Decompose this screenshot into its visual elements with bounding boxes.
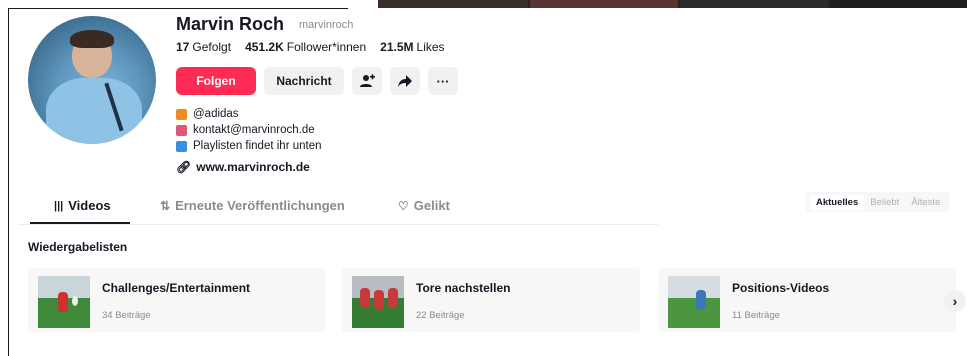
playlist-count: 11 Beiträge (732, 310, 780, 321)
profile-bio: @adidas kontakt@marvinroch.de Playlisten… (176, 106, 322, 154)
more-icon: ··· (436, 73, 450, 89)
website-link[interactable]: 🔗︎ www.marvinroch.de (176, 160, 310, 174)
playlist-title: Challenges/Entertainment (102, 281, 251, 295)
tab-divider (18, 224, 658, 225)
sort-popular[interactable]: Beliebt (864, 195, 905, 210)
repost-icon: ⇅ (160, 198, 171, 213)
link-icon: 🔗︎ (176, 160, 192, 174)
playlist-thumbnail (352, 276, 404, 328)
playlist-count: 34 Beiträge (102, 310, 151, 321)
playlist-title: Positions-Videos (732, 281, 830, 295)
bio-line: kontakt@marvinroch.de (176, 122, 322, 138)
info-icon (176, 140, 187, 152)
frame-left-border (8, 8, 9, 356)
sort-latest[interactable]: Aktuelles (810, 194, 865, 210)
tab-liked[interactable]: ♡ Gelikt (398, 198, 450, 213)
bio-line: @adidas (176, 106, 322, 122)
tab-reposts[interactable]: ⇅ Erneute Veröffentlichungen (160, 198, 345, 213)
tab-videos[interactable]: ||| Videos (54, 198, 111, 213)
stat-likes: 21.5M Likes (380, 40, 445, 54)
share-icon (398, 75, 412, 87)
profile-avatar[interactable] (28, 16, 156, 144)
playlist-count: 22 Beiträge (416, 310, 465, 321)
active-tab-indicator (30, 222, 130, 224)
playlist-card[interactable]: Positions-Videos 11 Beiträge (658, 268, 956, 332)
sort-oldest[interactable]: Älteste (905, 195, 946, 210)
stat-following[interactable]: 17 Gefolgt (176, 40, 231, 54)
profile-stats: 17 Gefolgt 451.2K Follower*innen 21.5M Like… (176, 40, 445, 54)
profile-handle: marvinroch (299, 19, 354, 31)
message-button[interactable]: Nachricht (264, 67, 344, 95)
mail-icon (176, 124, 187, 136)
share-button[interactable] (390, 67, 420, 95)
chevron-right-icon: › (952, 293, 958, 309)
more-button[interactable]: ··· (428, 67, 458, 95)
playlists-heading: Wiedergabelisten (28, 240, 128, 254)
adidas-icon (176, 108, 187, 120)
frame-top-border (8, 8, 348, 9)
profile-name: Marvin Roch (176, 14, 285, 34)
heart-icon: ♡ (398, 198, 409, 213)
stat-followers[interactable]: 451.2K Follower*innen (245, 40, 366, 54)
top-video-strip (378, 0, 967, 8)
grid-icon: ||| (54, 199, 64, 212)
bio-line: Playlisten findet ihr unten (176, 138, 322, 154)
playlist-card[interactable]: Tore nachstellen 22 Beiträge (342, 268, 640, 332)
add-friend-icon (360, 74, 375, 87)
playlist-thumbnail (668, 276, 720, 328)
follow-button[interactable]: Folgen (176, 67, 256, 95)
sort-toggle: Aktuelles Beliebt Älteste (806, 192, 951, 212)
playlists-next-button[interactable]: › (944, 290, 966, 312)
playlist-thumbnail (38, 276, 90, 328)
add-friend-button[interactable] (352, 67, 382, 95)
playlist-card[interactable]: Challenges/Entertainment 34 Beiträge (28, 268, 326, 332)
playlist-title: Tore nachstellen (416, 281, 511, 295)
